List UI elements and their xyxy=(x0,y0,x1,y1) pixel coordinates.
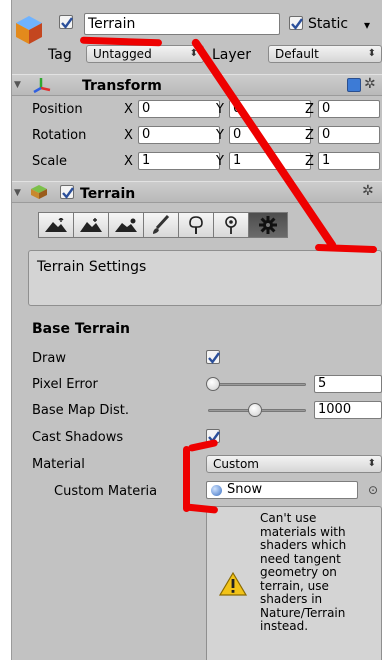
transform-foldout-icon[interactable]: ▼ xyxy=(14,80,21,90)
position-x-input[interactable]: 0 xyxy=(138,100,220,118)
base-map-dist-slider-thumb[interactable] xyxy=(248,403,262,417)
smooth-height-icon xyxy=(115,218,137,232)
settings-gear-icon xyxy=(259,216,277,234)
warning-box: Can't use materials with shaders which n… xyxy=(206,506,382,660)
paint-details-tool[interactable] xyxy=(213,212,249,238)
layer-label: Layer xyxy=(212,47,252,63)
position-x-label: X xyxy=(124,102,133,117)
paint-height-tool[interactable] xyxy=(73,212,109,238)
tag-label: Tag xyxy=(48,47,72,63)
left-edge xyxy=(0,0,12,660)
gameobject-icon xyxy=(14,14,44,46)
static-dropdown-arrow[interactable]: ▾ xyxy=(364,17,370,33)
raise-terrain-icon xyxy=(45,218,67,232)
annotation-bracket-left xyxy=(183,446,190,512)
scale-z-input[interactable]: 1 xyxy=(318,152,380,170)
rotation-x-input[interactable]: 0 xyxy=(138,126,220,144)
cast-shadows-label: Cast Shadows xyxy=(32,430,124,445)
scale-y-label: Y xyxy=(216,154,224,169)
raise-lower-terrain-tool[interactable] xyxy=(38,212,74,238)
tree-icon xyxy=(189,216,203,234)
transform-axes-icon xyxy=(32,76,52,94)
tag-dropdown[interactable]: Untagged ⬍ xyxy=(86,45,204,63)
position-label: Position xyxy=(32,102,83,117)
pixel-error-slider-thumb[interactable] xyxy=(206,377,220,391)
layer-value: Default xyxy=(275,47,319,61)
static-checkbox[interactable] xyxy=(289,16,303,30)
scale-x-input[interactable]: 1 xyxy=(138,152,220,170)
material-value: Custom xyxy=(213,457,259,471)
terrain-settings-box: Terrain Settings xyxy=(28,250,382,306)
object-picker-icon[interactable]: ⊙ xyxy=(368,482,378,498)
custom-material-field[interactable]: Snow xyxy=(206,481,358,499)
pixel-error-input[interactable]: 5 xyxy=(314,375,382,393)
base-map-dist-input[interactable]: 1000 xyxy=(314,401,382,419)
terrain-title: Terrain xyxy=(80,186,136,202)
layer-dropdown-arrow: ⬍ xyxy=(367,48,376,59)
flower-icon xyxy=(225,216,237,234)
base-terrain-title: Base Terrain xyxy=(32,321,131,337)
custom-material-label: Custom Materia xyxy=(54,484,158,499)
position-z-input[interactable]: 0 xyxy=(318,100,380,118)
rotation-z-input[interactable]: 0 xyxy=(318,126,380,144)
position-y-label: Y xyxy=(216,102,224,117)
static-label: Static xyxy=(308,16,349,32)
rotation-z-label: Z xyxy=(305,128,314,143)
transform-header[interactable] xyxy=(12,74,382,96)
position-z-label: Z xyxy=(305,102,314,117)
rotation-y-input[interactable]: 0 xyxy=(229,126,311,144)
smooth-height-tool[interactable] xyxy=(108,212,144,238)
gear-icon[interactable]: ✲ xyxy=(364,76,376,92)
terrain-foldout-icon[interactable]: ▼ xyxy=(14,188,21,198)
inspector-panel: Terrain Static ▾ Tag Untagged ⬍ Layer De… xyxy=(12,0,382,660)
help-icon[interactable] xyxy=(347,78,361,92)
active-checkbox[interactable] xyxy=(59,15,73,29)
base-map-dist-label: Base Map Dist. xyxy=(32,403,129,418)
place-trees-tool[interactable] xyxy=(178,212,214,238)
pixel-error-slider-track[interactable] xyxy=(208,383,306,386)
paint-height-icon xyxy=(80,218,102,232)
terrain-settings-text: Terrain Settings xyxy=(37,259,147,275)
rotation-y-label: Y xyxy=(216,128,224,143)
scale-x-label: X xyxy=(124,154,133,169)
material-sphere-icon xyxy=(211,485,222,496)
warning-text: Can't use materials with shaders which n… xyxy=(260,511,347,633)
rotation-x-label: X xyxy=(124,128,133,143)
draw-label: Draw xyxy=(32,351,66,366)
transform-title: Transform xyxy=(82,78,162,94)
draw-checkbox[interactable] xyxy=(206,350,220,364)
scale-z-label: Z xyxy=(305,154,314,169)
custom-material-value: Snow xyxy=(227,482,263,497)
tag-value: Untagged xyxy=(93,47,152,61)
rotation-label: Rotation xyxy=(32,128,87,143)
material-dropdown[interactable]: Custom ⬍ xyxy=(206,455,382,473)
brush-icon xyxy=(153,215,170,234)
paint-texture-tool[interactable] xyxy=(143,212,179,238)
terrain-component-icon xyxy=(30,184,48,200)
object-name-input[interactable]: Terrain xyxy=(84,13,280,35)
terrain-settings-tool[interactable] xyxy=(248,212,288,238)
layer-dropdown[interactable]: Default ⬍ xyxy=(268,45,382,63)
material-dropdown-arrow: ⬍ xyxy=(367,458,376,469)
terrain-gear-icon[interactable]: ✲ xyxy=(362,183,374,199)
scale-label: Scale xyxy=(32,154,67,169)
warning-icon xyxy=(219,571,247,596)
material-label: Material xyxy=(32,457,85,472)
pixel-error-label: Pixel Error xyxy=(32,377,98,392)
terrain-enabled-checkbox[interactable] xyxy=(60,185,74,199)
